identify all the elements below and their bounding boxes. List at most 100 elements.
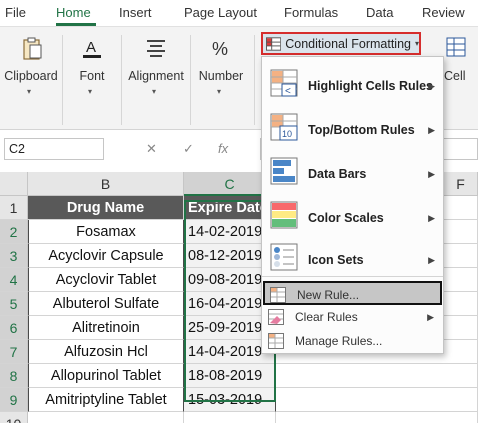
icon-sets-icon — [270, 243, 298, 271]
column-header-f[interactable]: F — [444, 172, 478, 196]
submenu-arrow-icon: ▶ — [428, 255, 435, 265]
empty-cell[interactable] — [276, 388, 478, 412]
row-header[interactable]: 6 — [0, 316, 28, 340]
menu-item-highlight-cells-rules[interactable]: < Highlight Cells Rules ▶ — [262, 65, 443, 105]
column-header-b[interactable]: B — [28, 172, 184, 196]
header-cell-drug-name[interactable]: Drug Name — [28, 196, 184, 220]
tab-data[interactable]: Data — [366, 5, 393, 20]
clipboard-label: Clipboard — [4, 69, 58, 83]
chevron-down-icon: ▾ — [152, 87, 157, 96]
chevron-down-icon: ▾ — [217, 87, 222, 96]
new-rule-label: New Rule... — [297, 288, 360, 302]
ribbon-tabs: File Home Insert Page Layout Formulas Da… — [0, 0, 478, 26]
chevron-down-icon: ▾ — [414, 39, 419, 48]
row-header[interactable]: 9 — [0, 388, 28, 412]
insert-function-icon[interactable]: fx — [218, 141, 228, 156]
menu-item-clear-rules[interactable]: Clear Rules ▶ — [263, 305, 442, 329]
menu-label: Highlight Cells Rules — [308, 79, 434, 93]
row-header[interactable]: 5 — [0, 292, 28, 316]
color-scales-icon — [270, 201, 298, 229]
number-label: Number — [198, 69, 244, 83]
menu-label: Icon Sets — [308, 253, 364, 267]
menu-item-icon-sets[interactable]: Icon Sets ▶ — [262, 241, 443, 277]
tab-home[interactable]: Home — [56, 5, 91, 20]
tab-page-layout[interactable]: Page Layout — [184, 5, 257, 20]
row-header[interactable]: 8 — [0, 364, 28, 388]
expire-date-cell[interactable]: 15-03-2019 — [184, 388, 276, 412]
alignment-icon — [147, 40, 165, 57]
submenu-arrow-icon: ▶ — [428, 125, 435, 135]
drug-name-cell[interactable]: Amitriptyline Tablet — [28, 388, 184, 412]
conditional-formatting-button[interactable]: Conditional Formatting ▾ — [261, 32, 421, 55]
font-label: Font — [79, 69, 105, 83]
chevron-down-icon: ▾ — [27, 87, 32, 96]
menu-divider — [262, 276, 443, 277]
manage-rules-icon — [268, 333, 284, 349]
menu-item-top-bottom-rules[interactable]: 10 Top/Bottom Rules ▶ — [262, 109, 443, 149]
clear-rules-icon — [268, 309, 284, 325]
drug-name-cell[interactable]: Allopurinol Tablet — [28, 364, 184, 388]
conditional-formatting-menu: < Highlight Cells Rules ▶ 10 Top/Bottom … — [261, 56, 444, 354]
svg-text:%: % — [212, 39, 228, 59]
svg-text:A: A — [86, 39, 96, 56]
manage-rules-label: Manage Rules... — [295, 334, 383, 348]
drug-name-cell[interactable]: Fosamax — [28, 220, 184, 244]
clipboard-group[interactable]: Clipboard ▾ — [0, 27, 62, 131]
svg-text:<: < — [285, 86, 291, 97]
row-header[interactable]: 7 — [0, 340, 28, 364]
name-box[interactable]: C2 — [4, 138, 104, 160]
group-divider — [254, 35, 255, 125]
drug-name-cell[interactable]: Alfuzosin Hcl — [28, 340, 184, 364]
menu-item-manage-rules[interactable]: Manage Rules... — [263, 329, 442, 353]
enter-icon[interactable]: ✓ — [183, 141, 194, 157]
cells-group[interactable]: Cell — [444, 27, 478, 131]
clear-rules-label: Clear Rules — [295, 310, 358, 324]
submenu-arrow-icon: ▶ — [428, 81, 435, 91]
conditional-formatting-icon — [266, 36, 282, 51]
empty-cell[interactable] — [276, 364, 478, 388]
tab-insert[interactable]: Insert — [119, 5, 152, 20]
empty-cell[interactable] — [28, 412, 184, 423]
percent-icon: % — [212, 39, 228, 59]
conditional-formatting-label: Conditional Formatting — [285, 36, 411, 51]
row-header[interactable]: 3 — [0, 244, 28, 268]
chevron-down-icon: ▾ — [88, 87, 93, 96]
cancel-icon[interactable]: ✕ — [146, 141, 157, 157]
menu-label: Top/Bottom Rules — [308, 123, 415, 137]
drug-name-cell[interactable]: Acyclovir Capsule — [28, 244, 184, 268]
highlight-cells-icon: < — [270, 69, 298, 97]
tab-file[interactable]: File — [5, 5, 26, 20]
number-group[interactable]: % Number ▾ — [191, 27, 251, 131]
menu-item-color-scales[interactable]: Color Scales ▶ — [262, 197, 443, 237]
data-bars-icon — [270, 157, 298, 185]
empty-cell[interactable] — [276, 412, 478, 423]
empty-cell[interactable] — [184, 412, 276, 423]
font-color-icon: A — [83, 39, 101, 58]
font-group[interactable]: A Font ▾ — [63, 27, 121, 131]
svg-text:10: 10 — [282, 129, 292, 139]
drug-name-cell[interactable]: Alitretinoin — [28, 316, 184, 340]
tab-formulas[interactable]: Formulas — [284, 5, 338, 20]
drug-name-cell[interactable]: Acyclovir Tablet — [28, 268, 184, 292]
row-header[interactable]: 1 — [0, 196, 28, 220]
alignment-group[interactable]: Alignment ▾ — [122, 27, 190, 131]
menu-item-data-bars[interactable]: Data Bars ▶ — [262, 153, 443, 193]
new-rule-icon — [270, 287, 286, 303]
drug-name-cell[interactable]: Albuterol Sulfate — [28, 292, 184, 316]
menu-item-new-rule[interactable]: New Rule... — [263, 281, 442, 305]
row-header[interactable]: 10 — [0, 412, 28, 423]
submenu-arrow-icon: ▶ — [428, 169, 435, 179]
tab-review[interactable]: Review — [422, 5, 465, 20]
submenu-arrow-icon: ▶ — [427, 312, 434, 322]
expire-date-cell[interactable]: 18-08-2019 — [184, 364, 276, 388]
row-header[interactable]: 2 — [0, 220, 28, 244]
select-all-corner[interactable] — [0, 172, 28, 196]
top-bottom-icon: 10 — [270, 113, 298, 141]
cells-label: Cell — [444, 69, 466, 83]
menu-label: Data Bars — [308, 167, 367, 181]
clipboard-icon — [23, 37, 42, 60]
menu-label: Color Scales — [308, 211, 384, 225]
alignment-label: Alignment — [128, 69, 184, 83]
cells-icon — [446, 37, 466, 57]
row-header[interactable]: 4 — [0, 268, 28, 292]
